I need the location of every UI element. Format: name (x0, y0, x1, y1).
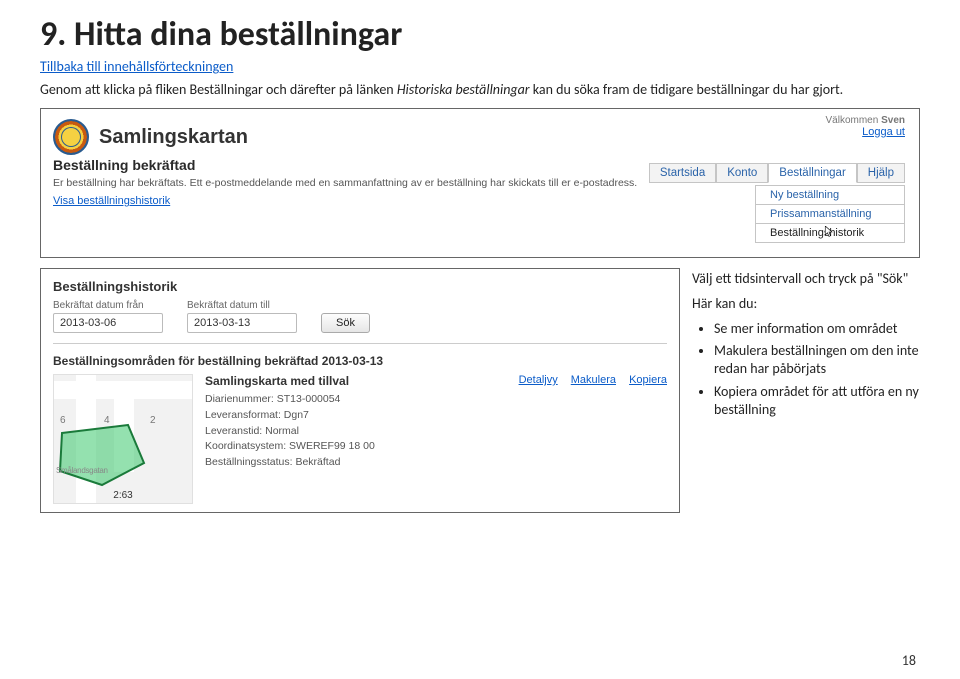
aside-line2: Här kan du: (692, 295, 920, 312)
action-detaljvy[interactable]: Detaljvy (519, 374, 558, 386)
date-filter-row: Bekräftat datum från Bekräftat datum til… (53, 300, 667, 333)
search-button[interactable]: Sök (321, 313, 370, 333)
divider (53, 343, 667, 344)
bullet-info: Se mer information om området (714, 320, 920, 338)
tab-hjalp[interactable]: Hjälp (857, 163, 905, 183)
selection-polygon-icon (58, 423, 148, 489)
cursor-pointer-icon (824, 226, 834, 238)
bullet-kopiera: Kopiera området för att utföra en ny bes… (714, 383, 920, 419)
tab-bestallningar[interactable]: Beställningar (768, 163, 856, 183)
map-num-2: 2 (150, 415, 156, 426)
screenshot-order-confirmed: Samlingskartan Välkommen Sven Logga ut S… (40, 108, 920, 258)
intro-after: kan du söka fram de tidigare beställning… (530, 81, 844, 98)
order-product-name: Samlingskarta med tillval (205, 374, 349, 388)
action-makulera[interactable]: Makulera (571, 374, 616, 386)
subnav-ny-bestallning[interactable]: Ny beställning (755, 185, 905, 205)
subnav-historik-label: Beställningshistorik (770, 227, 864, 239)
date-to-input[interactable] (187, 313, 297, 333)
subnav-bestallningshistorik[interactable]: Beställningshistorik (755, 224, 905, 243)
stockholm-logo-icon (53, 119, 89, 155)
bullet-makulera: Makulera beställningen om den inte redan… (714, 342, 920, 378)
page-heading: 9. Hitta dina beställningar (40, 14, 920, 55)
user-panel: Välkommen Sven Logga ut (826, 115, 906, 138)
brand-bar: Samlingskartan (53, 119, 907, 155)
map-street-label: Smålandsgatan (56, 466, 108, 475)
tab-konto[interactable]: Konto (716, 163, 768, 183)
meta-leveransformat: Leveransformat: Dgn7 (205, 408, 667, 424)
welcome-user: Sven (881, 115, 905, 126)
intro-paragraph: Genom att klicka på fliken Beställningar… (40, 81, 920, 98)
date-from-input[interactable] (53, 313, 163, 333)
main-nav: Startsida Konto Beställningar Hjälp (649, 163, 905, 183)
screenshot-order-history: Beställningshistorik Bekräftat datum frå… (40, 268, 680, 513)
instructions-list: Se mer information om området Makulera b… (692, 320, 920, 419)
intro-italic: Historiska beställningar (397, 81, 530, 98)
order-info: Samlingskarta med tillval Detaljvy Makul… (205, 374, 667, 504)
meta-leveranstid: Leveranstid: Normal (205, 424, 667, 440)
history-title: Beställningshistorik (53, 279, 667, 294)
instructions-aside: Välj ett tidsintervall och tryck på "Sök… (692, 268, 920, 523)
action-kopiera[interactable]: Kopiera (629, 374, 667, 386)
map-thumbnail: 6 4 2 Smålandsgatan 2:63 (53, 374, 193, 504)
map-scale: 2:63 (113, 490, 132, 501)
logout-link[interactable]: Logga ut (862, 126, 905, 138)
welcome-prefix: Välkommen (826, 115, 879, 126)
tab-startsida[interactable]: Startsida (649, 163, 716, 183)
meta-diarienummer: Diarienummer: ST13-000054 (205, 392, 667, 408)
order-meta: Diarienummer: ST13-000054 Leveransformat… (205, 392, 667, 471)
subnav-prissammanstallning[interactable]: Prissammanställning (755, 205, 905, 224)
order-row: 6 4 2 Smålandsgatan 2:63 Samlingskarta m… (53, 374, 667, 504)
meta-koordinatsystem: Koordinatsystem: SWEREF99 18 00 (205, 439, 667, 455)
intro-before: Genom att klicka på fliken Beställningar… (40, 81, 397, 98)
date-from-label: Bekräftat datum från (53, 300, 163, 311)
aside-line1: Välj ett tidsintervall och tryck på "Sök… (692, 270, 920, 287)
brand-title: Samlingskartan (99, 126, 248, 149)
meta-status: Beställningsstatus: Bekräftad (205, 455, 667, 471)
date-to-label: Bekräftat datum till (187, 300, 297, 311)
order-areas-title: Beställningsområden för beställning bekr… (53, 354, 667, 368)
order-actions: Detaljvy Makulera Kopiera (519, 374, 667, 386)
show-history-link[interactable]: Visa beställningshistorik (53, 195, 170, 207)
welcome-text: Välkommen Sven (826, 115, 906, 126)
page-number: 18 (902, 652, 916, 669)
toc-back-link[interactable]: Tillbaka till innehållsförteckningen (40, 58, 233, 75)
sub-nav: Ny beställning Prissammanställning Bestä… (755, 185, 905, 243)
